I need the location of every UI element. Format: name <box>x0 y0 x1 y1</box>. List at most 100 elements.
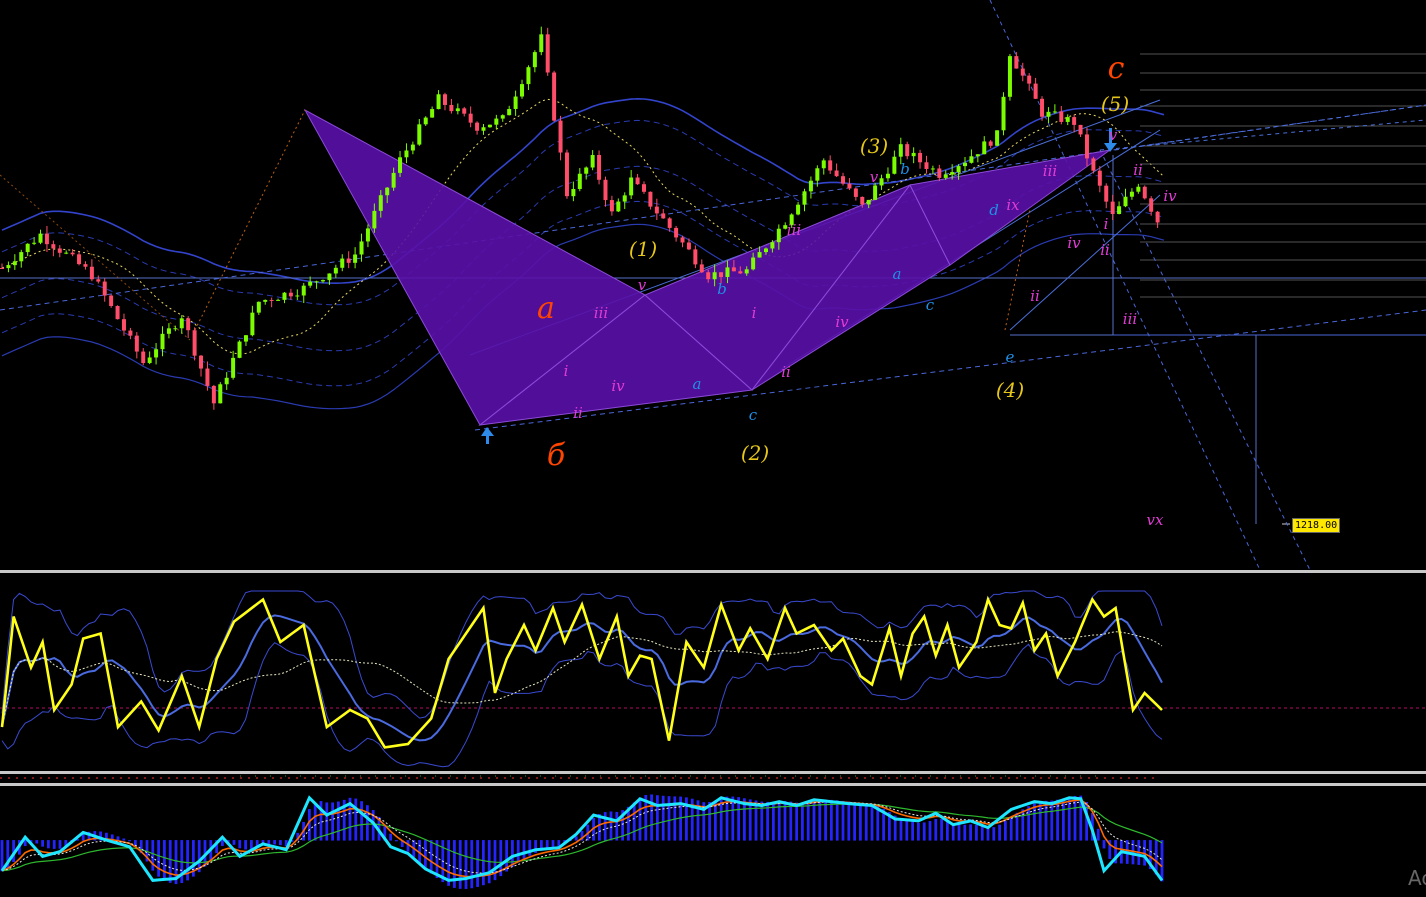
divergence-strip <box>0 775 1160 779</box>
candle-body <box>853 188 858 197</box>
macd-chart[interactable] <box>0 786 1426 897</box>
histogram-bar <box>366 805 369 841</box>
candle-body <box>282 292 287 300</box>
candle-body <box>507 108 512 116</box>
candle-body <box>442 94 447 105</box>
candle-body <box>301 285 306 296</box>
candle-body <box>205 368 210 386</box>
candle-body <box>552 72 557 121</box>
candle-body <box>686 242 691 250</box>
wave-channel-line <box>1009 194 1161 331</box>
candle-body <box>199 355 204 369</box>
wave-channel-line <box>1099 119 1426 151</box>
candle-body <box>712 272 717 280</box>
histogram-bar <box>818 799 822 841</box>
wave-label: (5) <box>1101 92 1129 116</box>
candle-body <box>706 272 711 280</box>
candle-body <box>956 166 961 173</box>
candle-body <box>1078 124 1083 135</box>
candle-body <box>924 162 929 169</box>
candle-body <box>51 244 56 249</box>
histogram-bar <box>760 801 764 841</box>
candle-body <box>340 258 345 268</box>
candle-body <box>1110 201 1115 214</box>
histogram-bar <box>313 802 317 841</box>
histogram-bar <box>1102 840 1106 849</box>
candle-body <box>147 357 152 364</box>
candle-body <box>173 328 178 330</box>
histogram-bar <box>853 802 856 841</box>
histogram-bar <box>522 840 526 859</box>
histogram-bar <box>151 840 155 871</box>
candle-body <box>77 254 82 265</box>
wave-label: d <box>989 201 999 219</box>
histogram-bar <box>824 799 827 841</box>
histogram-bar <box>864 803 868 841</box>
wave-label: v <box>1109 126 1118 144</box>
candle-body <box>6 265 11 269</box>
candle-body <box>654 206 659 214</box>
candle-body <box>83 264 88 267</box>
candle-body <box>558 120 563 153</box>
histogram-bar <box>395 840 398 842</box>
wave-label: v <box>870 168 879 186</box>
wave-label: e <box>1006 348 1015 366</box>
candle-body <box>0 268 4 269</box>
candle-body <box>372 210 377 229</box>
candle-body <box>70 252 75 255</box>
histogram-bar <box>806 801 810 841</box>
candle-body <box>160 333 165 350</box>
histogram-bar <box>1033 803 1036 841</box>
candle-body <box>885 173 890 179</box>
wave-label: (1) <box>629 237 657 261</box>
histogram-bar <box>516 840 520 863</box>
histogram-bar <box>969 824 972 841</box>
candle-body <box>1155 211 1160 223</box>
candle-body <box>545 34 550 73</box>
macd-pane[interactable] <box>0 786 1426 897</box>
candle-body <box>327 273 332 281</box>
divergence-pane[interactable] <box>0 774 1426 783</box>
price-chart[interactable]: caб(1)(2)(3)(4)(5)iiiiiivvi iiiiiivv iiiix… <box>0 0 1426 570</box>
wave-label: c <box>1108 51 1125 86</box>
candle-body <box>121 319 126 331</box>
histogram-bar <box>795 802 798 841</box>
candle-body <box>564 152 569 197</box>
candle-body <box>802 191 807 205</box>
wave-label: iv <box>835 313 849 331</box>
candle-body <box>770 242 775 249</box>
candle-body <box>1052 111 1057 113</box>
candle-body <box>898 144 903 157</box>
candle-body <box>57 248 62 253</box>
histogram-bar <box>273 840 276 845</box>
oscillator-pane[interactable] <box>0 573 1426 771</box>
candle-body <box>475 122 480 131</box>
wave-label: ii <box>1100 241 1110 259</box>
oscillator-lower-band <box>1 642 1163 768</box>
oscillator-chart[interactable] <box>0 573 1426 771</box>
candle-body <box>1020 68 1025 76</box>
histogram-bar <box>308 809 311 841</box>
histogram-bar <box>1038 801 1042 841</box>
trend-line <box>989 0 1261 570</box>
histogram-bar <box>157 840 160 877</box>
candle-body <box>186 318 191 331</box>
zigzag-line <box>1004 209 1031 331</box>
candle-body <box>1072 117 1077 125</box>
oscillator-upper-band <box>1 590 1163 719</box>
candle-body <box>930 168 935 170</box>
candle-body <box>860 196 865 205</box>
histogram-bar <box>168 840 172 883</box>
histogram-bar <box>528 840 532 856</box>
candle-body <box>815 168 820 181</box>
histogram-bar <box>41 840 44 847</box>
candle-body <box>417 124 422 145</box>
candle-body <box>520 84 525 97</box>
wave-label: ii <box>1133 161 1143 179</box>
histogram-bar <box>870 804 874 841</box>
candle-body <box>988 141 993 146</box>
price-pane[interactable]: c a б (1) (2) (3) (4) (5) iii ii iv v i ii iii iv v iii ix… <box>0 0 1426 570</box>
candle-body <box>494 118 499 125</box>
histogram-bar <box>656 795 659 841</box>
candle-body <box>19 252 24 262</box>
